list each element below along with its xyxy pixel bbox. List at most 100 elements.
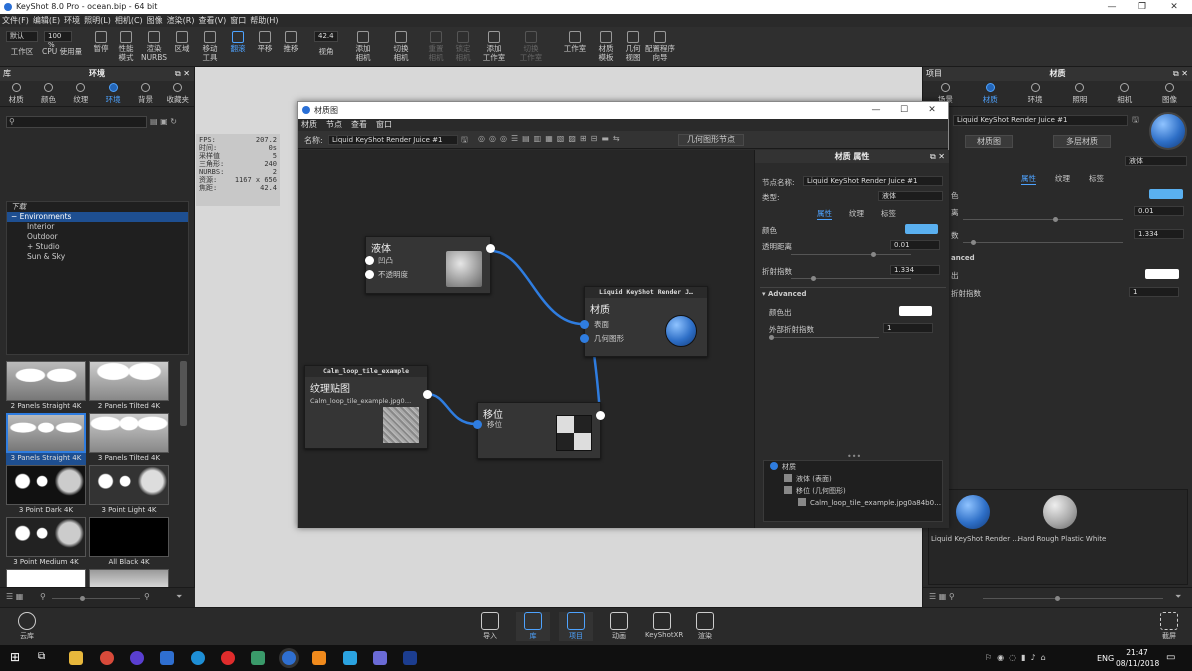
- tree-item[interactable]: 下载: [7, 202, 188, 212]
- toolbar-item[interactable]: 添加 工作室: [478, 29, 510, 62]
- texture-output-pin[interactable]: [423, 390, 432, 399]
- thumb-size-knob[interactable]: [1055, 596, 1060, 601]
- project-prop-field[interactable]: 1.334: [1134, 229, 1184, 239]
- bottom-nav-button[interactable]: 库: [516, 612, 550, 641]
- panel-close-icon[interactable]: ⧉ ✕: [930, 150, 945, 163]
- project-prop-slider[interactable]: [963, 242, 1123, 243]
- menu-item[interactable]: 编辑(E): [33, 16, 60, 25]
- project-prop-field[interactable]: 0.01: [1134, 206, 1184, 216]
- menu-item[interactable]: 窗口: [230, 16, 246, 25]
- surface-input-pin[interactable]: [580, 320, 589, 329]
- screenshot-button[interactable]: 截屏: [1152, 612, 1186, 641]
- liquid-node[interactable]: 液体 凹凸 不透明度: [365, 236, 495, 294]
- panel-tab[interactable]: 环境: [97, 81, 129, 106]
- tree-expander-icon[interactable]: +: [27, 242, 36, 251]
- bottom-nav-button[interactable]: 渲染: [688, 612, 722, 641]
- browser-icon[interactable]: [191, 651, 205, 665]
- attr-tab[interactable]: 纹理: [849, 208, 864, 219]
- panel-tab[interactable]: 环境: [1013, 81, 1058, 106]
- toolbar-item[interactable]: 配置程序 向导: [644, 29, 676, 62]
- graph-tools-icon[interactable]: ◎◎◎☰▤▥▦▧▨⊞⊟▬⇆: [478, 134, 624, 143]
- illustrator-icon[interactable]: [312, 651, 326, 665]
- attr-tab[interactable]: 属性: [817, 208, 832, 220]
- material-graph-button[interactable]: 材质图: [965, 135, 1013, 148]
- color-out-swatch[interactable]: [899, 306, 932, 316]
- thumb-size-knob[interactable]: [80, 596, 85, 601]
- thumb-size-slider[interactable]: [983, 598, 1163, 599]
- project-prop-field[interactable]: 1: [1129, 287, 1179, 297]
- project-subtab[interactable]: 纹理: [1055, 173, 1070, 184]
- thumb-size-slider[interactable]: [52, 598, 140, 599]
- transparency-knob[interactable]: [870, 252, 876, 257]
- bottom-nav-button[interactable]: KeyShotXR: [645, 612, 683, 639]
- node-graph-canvas[interactable]: 液体 凹凸 不透明度 Liquid KeyShot Render J… 材质 表…: [298, 150, 754, 528]
- graph-menu-item[interactable]: 材质: [301, 120, 317, 129]
- menu-item[interactable]: 照明(L): [84, 16, 111, 25]
- library-thumbnail[interactable]: 2 Panels Straight 4K: [6, 361, 86, 413]
- library-thumbnail[interactable]: 3 Point Light 4K: [89, 465, 169, 517]
- tree-expander-icon[interactable]: −: [11, 212, 20, 221]
- project-color-swatch[interactable]: [1145, 269, 1179, 279]
- filter-icon[interactable]: ⏷: [1175, 592, 1181, 602]
- structure-tree-item[interactable]: 材质: [764, 461, 942, 473]
- graph-menu-item[interactable]: 窗口: [376, 120, 392, 129]
- panel-tab[interactable]: 照明: [1057, 81, 1102, 106]
- structure-tree-item[interactable]: 移位 (几何图形): [764, 485, 942, 497]
- graph-menu-item[interactable]: 查看: [351, 120, 367, 129]
- tree-item[interactable]: − Environments: [7, 212, 188, 222]
- zoom-in-icon[interactable]: ⚲: [144, 592, 150, 601]
- zoom-out-icon[interactable]: ⚲: [40, 592, 46, 601]
- minimize-icon[interactable]: —: [866, 102, 886, 119]
- ext-ior-knob[interactable]: [769, 335, 774, 340]
- library-thumbnail[interactable]: 2 Panels Tilted 4K: [89, 361, 169, 413]
- menu-item[interactable]: 渲染(R): [167, 16, 195, 25]
- toolbar-item[interactable]: 推移: [275, 29, 307, 53]
- panel-tab[interactable]: 背景: [129, 81, 161, 106]
- toolbar-item[interactable]: 切换 相机: [385, 29, 417, 62]
- save-icon[interactable]: 🖫: [461, 134, 468, 148]
- liquid-output-pin[interactable]: [486, 244, 495, 253]
- panel-tab[interactable]: 材质: [968, 81, 1013, 106]
- transparency-slider[interactable]: [791, 254, 911, 255]
- ior-knob[interactable]: [810, 276, 816, 281]
- structure-tree-item[interactable]: Calm_loop_tile_example.jpg0a84b0…: [764, 497, 942, 509]
- material-node[interactable]: Liquid KeyShot Render J… 材质 表面 几何图形: [580, 286, 708, 357]
- maximize-icon[interactable]: ❐: [1132, 0, 1152, 14]
- project-material-name[interactable]: Liquid KeyShot Render Juice #1: [953, 115, 1128, 126]
- ext-ior-slider[interactable]: [769, 337, 879, 338]
- color-swatch[interactable]: [905, 224, 938, 234]
- panel-close-icon[interactable]: ⧉ ✕: [175, 67, 190, 81]
- geometry-node-button[interactable]: 几何图形节点: [678, 134, 744, 146]
- close-icon[interactable]: ✕: [922, 102, 942, 119]
- file-explorer-icon[interactable]: [69, 651, 83, 665]
- project-prop-slider[interactable]: [963, 219, 1123, 220]
- close-icon[interactable]: ✕: [1164, 0, 1184, 14]
- panel-tab[interactable]: 纹理: [65, 81, 97, 106]
- view-toggle-icon[interactable]: ☰ ▦ ⚲: [929, 592, 955, 601]
- cloud-library-button[interactable]: 云库: [10, 612, 44, 641]
- library-search-input[interactable]: ⚲: [6, 116, 147, 128]
- library-thumbnail[interactable]: 3 Panels Straight 4K: [6, 413, 86, 465]
- telegram-icon[interactable]: [343, 651, 357, 665]
- filter-icon[interactable]: ⏷: [176, 592, 182, 602]
- menu-item[interactable]: 图像: [147, 16, 163, 25]
- app-icon[interactable]: [373, 651, 387, 665]
- bottom-nav-button[interactable]: 导入: [473, 612, 507, 641]
- app-icon[interactable]: [251, 651, 265, 665]
- node-name-field[interactable]: Liquid KeyShot Render Juice #1: [803, 176, 943, 186]
- geometry-input-pin[interactable]: [580, 334, 589, 343]
- texture-node[interactable]: Calm_loop_tile_example 纹理贴图 Calm_loop_ti…: [304, 365, 432, 449]
- panel-tab[interactable]: 相机: [1102, 81, 1147, 106]
- bottom-nav-button[interactable]: 动画: [602, 612, 636, 641]
- library-thumbnail[interactable]: 3 Point Medium 4K: [6, 517, 86, 569]
- project-prop-knob[interactable]: [1053, 217, 1058, 222]
- ext-ior-field[interactable]: 1: [883, 323, 933, 333]
- view-toggle-icon[interactable]: ☰ ▦: [6, 592, 23, 601]
- language-indicator[interactable]: ENG: [1097, 654, 1114, 663]
- clock-date[interactable]: 08/11/2018: [1116, 659, 1159, 668]
- attr-tab[interactable]: 标签: [881, 208, 896, 219]
- menu-item[interactable]: 环境: [64, 16, 80, 25]
- panel-tab[interactable]: 图像: [1147, 81, 1192, 106]
- advanced-section[interactable]: ▾ Advanced: [762, 290, 807, 298]
- firefox-icon[interactable]: [130, 651, 144, 665]
